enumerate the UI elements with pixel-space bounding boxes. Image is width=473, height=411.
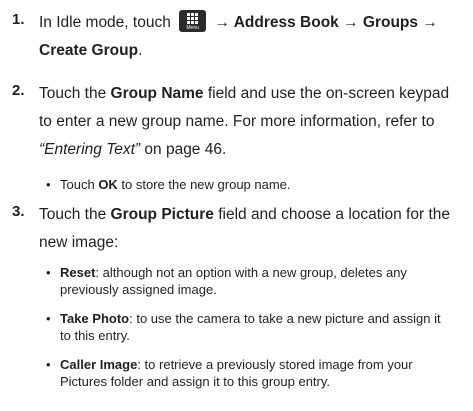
step-text-plain: .: [138, 42, 143, 59]
list-item: • Touch OK to store the new group name.: [46, 176, 465, 193]
step-line: to enter a new group name. For more info…: [39, 113, 435, 130]
bullet-text: : to retrieve a previously stored image …: [137, 357, 413, 372]
manual-page: 1. In Idle mode, touch Menu → Address Bo…: [0, 0, 473, 411]
menu-icon-label: Menu: [186, 24, 199, 31]
step-text-plain: on page 46.: [140, 141, 227, 158]
step-line: Create Group.: [39, 39, 465, 67]
step-text-plain: In Idle mode, touch: [39, 14, 171, 31]
step-line: “Entering Text” on page 46.: [39, 138, 465, 166]
bullet-term: Reset: [60, 265, 96, 280]
list-item: • Caller Image: to retrieve a previously…: [46, 356, 465, 390]
step-2-bullets: • Touch OK to store the new group name.: [46, 176, 465, 193]
list-item: • Reset: although not an option with a n…: [46, 264, 465, 298]
bullet-icon: •: [46, 177, 51, 192]
step-line: In Idle mode, touch Menu → Address Book …: [39, 9, 465, 39]
step-number: 3.: [12, 203, 25, 220]
step-number: 2.: [12, 82, 25, 99]
step-text-bold: Create Group: [39, 42, 139, 59]
step-text: Touch the Group Picture field and choose…: [39, 203, 465, 259]
bullet-term: OK: [98, 177, 118, 192]
bullet-term: Take Photo: [60, 311, 130, 326]
step-number: 1.: [12, 11, 25, 28]
step-text-bold: Group Picture: [110, 206, 214, 223]
grid-icon: [187, 12, 199, 24]
bullet-text: to store the new group name.: [117, 177, 291, 192]
bullet-text: Touch: [60, 177, 99, 192]
step-menu-path: → Address Book → Groups →: [214, 14, 438, 31]
step-text-bold: Group Name: [110, 85, 204, 102]
step-text-plain: field and use the on-screen keypad: [203, 85, 450, 102]
bullet-text: to this entry.: [60, 328, 130, 343]
step-line: new image:: [39, 234, 119, 251]
bullet-text: : to use the camera to take a new pictur…: [129, 311, 441, 326]
step-text-plain: Touch the: [39, 206, 111, 223]
bullet-text: Pictures folder and assign it to this gr…: [60, 374, 331, 389]
bullet-term: Caller Image: [60, 357, 138, 372]
bullet-icon: •: [46, 311, 51, 326]
bullet-icon: •: [46, 357, 51, 372]
cross-reference-link[interactable]: “Entering Text”: [39, 141, 140, 158]
bullet-text: : although not an option with a new grou…: [95, 265, 407, 280]
bullet-text: previously assigned image.: [60, 282, 217, 297]
bullet-icon: •: [46, 265, 51, 280]
step-text-plain: Touch the: [39, 85, 111, 102]
step-text: In Idle mode, touch Menu → Address Book …: [39, 9, 465, 67]
step-text-plain: field and choose a location for the: [213, 206, 450, 223]
list-item: • Take Photo: to use the camera to take …: [46, 310, 465, 344]
step-3-bullets: • Reset: although not an option with a n…: [46, 264, 465, 390]
step-text: Touch the Group Name field and use the o…: [39, 82, 465, 166]
step-line: Touch the Group Name field and use the o…: [39, 82, 465, 110]
menu-grid-icon: Menu: [179, 9, 207, 32]
step-line: Touch the Group Picture field and choose…: [39, 203, 465, 231]
